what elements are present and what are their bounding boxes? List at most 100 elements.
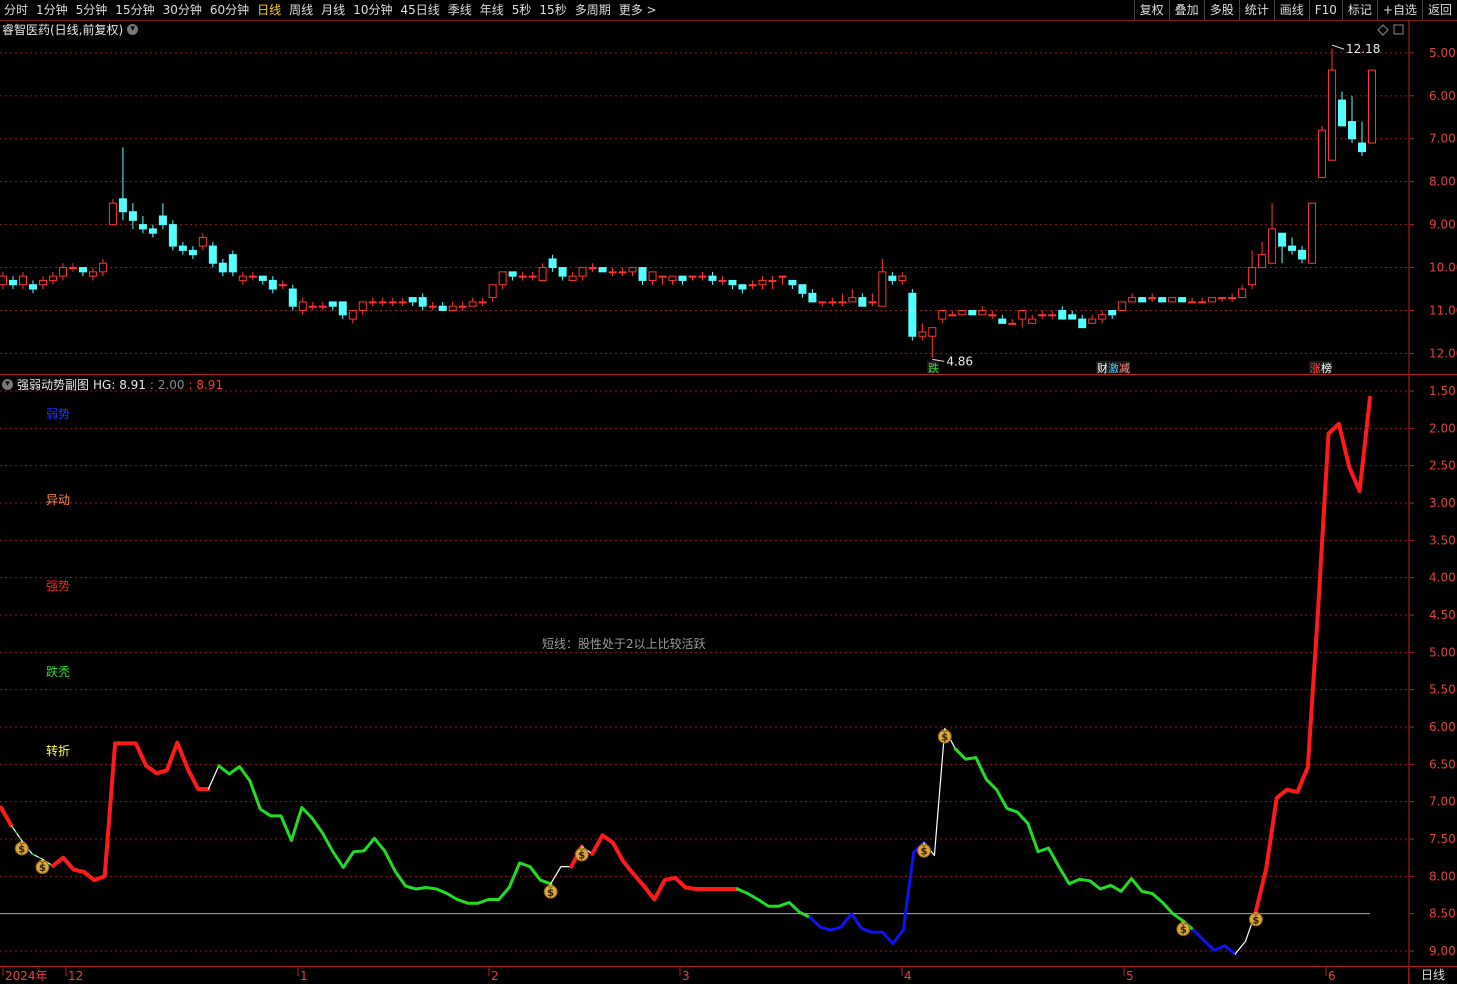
candle-body bbox=[748, 284, 757, 287]
candle-body bbox=[1068, 314, 1077, 320]
candle bbox=[1108, 309, 1117, 320]
candle-body bbox=[208, 245, 217, 264]
candle-body bbox=[588, 267, 597, 270]
money-bag-symbol: $ bbox=[1252, 915, 1259, 926]
indicator-tick-label: 2.50 bbox=[1429, 459, 1456, 473]
candle bbox=[538, 263, 547, 281]
candle-body bbox=[648, 271, 657, 281]
candle bbox=[98, 258, 107, 277]
candle bbox=[358, 301, 367, 315]
candle-body bbox=[1118, 301, 1127, 311]
time-axis-label: 12 bbox=[68, 969, 83, 983]
candle-body bbox=[448, 305, 457, 311]
candle-body bbox=[488, 284, 497, 299]
candle bbox=[818, 301, 827, 307]
candle-body bbox=[438, 305, 447, 311]
candle bbox=[698, 271, 707, 281]
legend-turn: 转折 bbox=[46, 742, 70, 759]
indicator-line-segment bbox=[1253, 395, 1372, 914]
candle-body bbox=[598, 267, 607, 273]
candle-body bbox=[1308, 202, 1317, 264]
candle-body bbox=[698, 275, 707, 278]
indicator-line-segment bbox=[497, 861, 553, 901]
candle bbox=[878, 258, 887, 307]
candle bbox=[438, 301, 447, 311]
candle-body bbox=[828, 301, 837, 304]
indicator-line-segment bbox=[207, 765, 220, 790]
candle-body bbox=[1038, 314, 1047, 317]
candle-body bbox=[1148, 297, 1157, 300]
indicator-note: 短线：股性处于2以上比较活跃 bbox=[542, 637, 706, 651]
candle-body bbox=[318, 305, 327, 308]
indicator-line-segment bbox=[923, 727, 956, 856]
candle bbox=[258, 275, 267, 285]
candle-body bbox=[798, 284, 807, 294]
candle bbox=[558, 267, 567, 281]
candle-body bbox=[398, 301, 407, 304]
candle-body bbox=[1108, 309, 1117, 316]
candle bbox=[978, 306, 987, 316]
candle bbox=[1348, 95, 1357, 144]
candle-body bbox=[58, 267, 67, 277]
candle-body bbox=[278, 284, 287, 287]
candle-body bbox=[978, 309, 987, 316]
candle-body bbox=[968, 309, 977, 316]
candle bbox=[488, 284, 497, 302]
candle-body bbox=[578, 267, 587, 277]
candle-body bbox=[1028, 318, 1037, 324]
money-bag-symbol: $ bbox=[547, 888, 554, 899]
period-indicator[interactable]: 日线 bbox=[1408, 966, 1457, 984]
candle-body bbox=[1008, 322, 1017, 325]
candle-body bbox=[848, 297, 857, 303]
candle-body bbox=[628, 267, 637, 273]
candle-body bbox=[508, 271, 517, 277]
candle bbox=[938, 309, 947, 324]
chart-canvas[interactable]: 12.0011.0010.009.008.007.006.005.0012.18… bbox=[0, 0, 1457, 984]
candle bbox=[238, 271, 247, 285]
diamond-icon bbox=[1377, 24, 1389, 36]
candle bbox=[48, 271, 57, 285]
candle-body bbox=[8, 279, 17, 286]
candle bbox=[178, 241, 187, 255]
candle-body bbox=[728, 279, 737, 286]
candle-body bbox=[108, 202, 117, 226]
candle bbox=[568, 271, 577, 281]
legend-weak: 弱势 bbox=[46, 405, 70, 422]
candle-body bbox=[1198, 301, 1207, 304]
candle bbox=[778, 275, 787, 285]
indicator-line-segment bbox=[735, 887, 812, 919]
candle bbox=[228, 250, 237, 277]
candle bbox=[468, 297, 477, 307]
candle-body bbox=[178, 245, 187, 251]
legend-fall: 跌秃 bbox=[46, 663, 70, 680]
candle bbox=[758, 276, 767, 290]
candle bbox=[1128, 293, 1137, 303]
candle bbox=[8, 276, 17, 290]
indicator-tick-label: 3.00 bbox=[1429, 496, 1456, 510]
candle bbox=[688, 275, 697, 281]
candle-body bbox=[1138, 297, 1147, 303]
candle-body bbox=[818, 301, 827, 304]
candle-body bbox=[158, 215, 167, 226]
candle bbox=[708, 271, 717, 285]
candle bbox=[588, 263, 597, 272]
money-bag-symbol: $ bbox=[941, 732, 948, 743]
money-bag-icon: $ bbox=[543, 884, 558, 899]
candle bbox=[198, 233, 207, 251]
candle bbox=[638, 267, 647, 285]
candle bbox=[788, 279, 797, 290]
candle bbox=[1048, 310, 1057, 320]
candle-body bbox=[1348, 121, 1357, 140]
legend-weak-text: 弱势 bbox=[46, 407, 71, 421]
candle bbox=[1358, 121, 1367, 156]
indicator-line-segment bbox=[217, 764, 501, 905]
candle bbox=[28, 280, 37, 294]
indicator-tick-label: 1.50 bbox=[1429, 384, 1456, 398]
candle bbox=[928, 327, 937, 358]
candle bbox=[1318, 125, 1327, 178]
candle bbox=[58, 263, 67, 281]
indicator-line-segment bbox=[113, 740, 211, 791]
price-tick-label: 9.00 bbox=[1429, 218, 1456, 232]
indicator-tick-label: 7.50 bbox=[1429, 832, 1456, 846]
candle bbox=[748, 280, 757, 290]
